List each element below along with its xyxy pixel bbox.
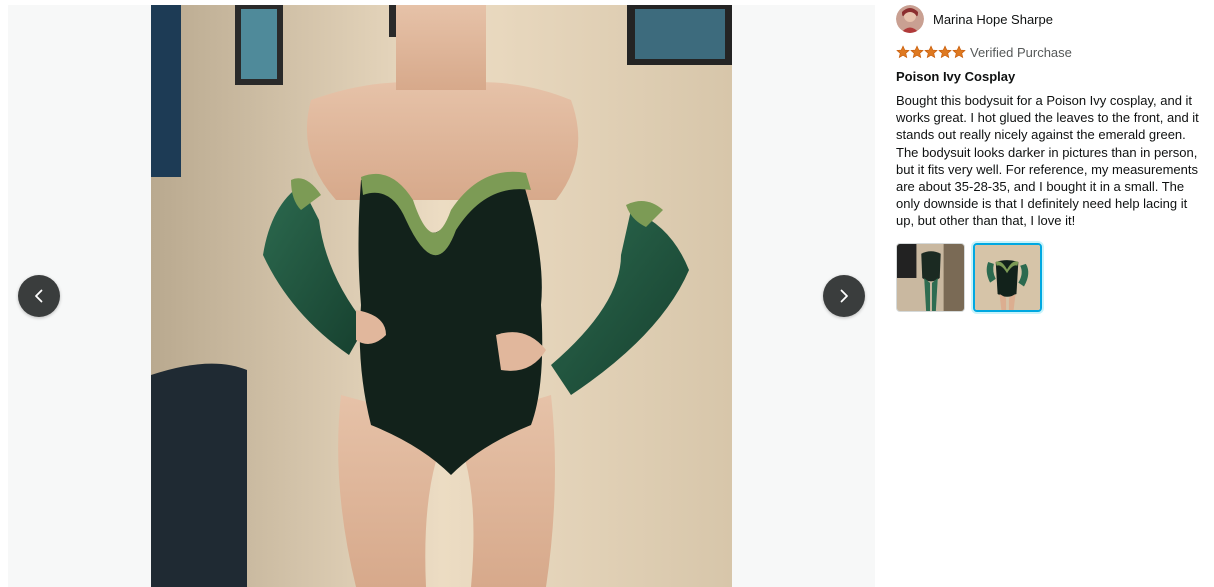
star-icon [910, 45, 924, 59]
star-icon [952, 45, 966, 59]
review-body: Bought this bodysuit for a Poison Ivy co… [896, 93, 1199, 229]
star-rating [896, 45, 966, 59]
review-photo-image [151, 5, 732, 587]
avatar-image [896, 5, 924, 33]
avatar[interactable] [896, 5, 924, 33]
review-thumbnail-1[interactable] [896, 242, 965, 312]
review-photo [151, 5, 732, 587]
next-image-button[interactable] [823, 275, 865, 317]
chevron-left-icon [35, 289, 43, 303]
star-icon [938, 45, 952, 59]
image-viewer [8, 5, 875, 587]
thumbnail-image [975, 244, 1040, 310]
review-title: Poison Ivy Cosplay [896, 69, 1016, 84]
star-icon [896, 45, 910, 59]
review-panel: Marina Hope Sharpe Verified Purchase Poi… [896, 5, 1202, 312]
previous-image-button[interactable] [18, 275, 60, 317]
chevron-right-icon [840, 289, 848, 303]
review-author: Marina Hope Sharpe [896, 5, 1202, 33]
rating-row: Verified Purchase [896, 44, 1202, 60]
thumbnail-strip [896, 242, 1202, 312]
thumbnail-image [897, 243, 964, 311]
star-icon [924, 45, 938, 59]
verified-purchase-badge: Verified Purchase [970, 44, 1072, 60]
review-thumbnail-2[interactable] [973, 242, 1042, 312]
author-name[interactable]: Marina Hope Sharpe [933, 12, 1053, 27]
